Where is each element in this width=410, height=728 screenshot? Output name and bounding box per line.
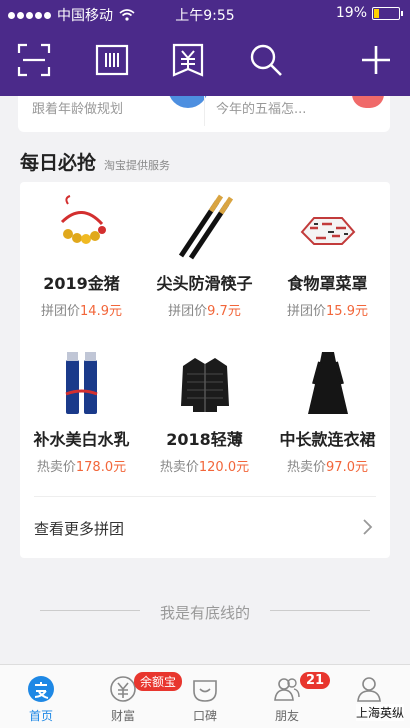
product-price: 热卖价97.0元 — [287, 460, 368, 475]
tab-home[interactable]: 首页 — [0, 665, 82, 728]
product-name: 补水美白水乳 — [33, 430, 130, 449]
section-title: 每日必抢 — [20, 152, 97, 174]
end-of-list-text: 我是有底线的 — [159, 604, 250, 622]
product-price: 拼团价15.9元 — [287, 304, 368, 319]
scan-icon[interactable] — [16, 42, 52, 78]
divider — [34, 496, 376, 497]
friends-badge: 21 — [300, 672, 331, 689]
chopsticks-icon — [177, 194, 233, 260]
product-name: 食物罩菜罩 — [287, 274, 368, 293]
tab-label: 首页 — [28, 709, 53, 723]
section-subtitle: 淘宝提供服务 — [104, 159, 171, 172]
add-icon[interactable] — [358, 42, 394, 78]
bracelet-icon — [54, 194, 110, 260]
divider — [270, 610, 370, 611]
product-item[interactable]: 2018轻薄 热卖价120.0元 — [143, 338, 266, 496]
tab-label: 朋友 — [274, 709, 299, 723]
down-jacket-icon — [177, 350, 233, 416]
tab-label: 财富 — [110, 709, 135, 723]
product-price: 拼团价14.9元 — [41, 304, 122, 319]
product-name: 中长款连衣裙 — [279, 430, 376, 449]
divider — [204, 96, 205, 126]
tab-label: 口碑 — [192, 709, 217, 723]
product-item[interactable]: 尖头防滑筷子 拼团价9.7元 — [143, 182, 266, 340]
food-cover-icon — [300, 194, 356, 260]
product-price: 热卖价120.0元 — [159, 460, 250, 475]
avatar-icon — [168, 96, 208, 108]
profile-icon — [355, 675, 383, 703]
wealth-icon — [109, 675, 137, 703]
search-icon[interactable] — [248, 42, 284, 78]
wealth-badge: 余额宝 — [134, 672, 183, 691]
home-alipay-icon — [27, 675, 55, 703]
plan-by-age-text[interactable]: 跟着年龄做规划 — [32, 98, 123, 117]
lotion-bottles-icon — [54, 350, 110, 416]
product-price: 拼团价9.7元 — [168, 304, 241, 319]
watermark-text: 上海英纵 — [355, 704, 404, 721]
battery-indicator: 19% — [335, 5, 403, 21]
dress-icon — [300, 350, 356, 416]
product-name: 2019金猪 — [43, 274, 120, 293]
service-strip: 跟着年龄做规划 今年的五福怎... — [18, 96, 390, 132]
battery-icon — [372, 6, 403, 20]
battery-percent: 19% — [335, 5, 367, 21]
product-item[interactable]: 补水美白水乳 热卖价178.0元 — [20, 338, 143, 496]
product-name: 2018轻薄 — [166, 430, 243, 449]
top-action-bar — [0, 28, 410, 96]
view-more-link[interactable]: 查看更多拼团 — [34, 518, 124, 539]
red-envelope-icon — [352, 96, 384, 108]
five-blessings-text[interactable]: 今年的五福怎... — [216, 98, 306, 117]
bottom-tab-bar: 首页 财富 口碑 朋友 我的 — [0, 664, 410, 728]
barcode-icon[interactable] — [94, 42, 130, 78]
daily-deals-header: 每日必抢 淘宝提供服务 — [20, 148, 170, 175]
payment-icon[interactable] — [170, 42, 206, 78]
product-item[interactable]: 食物罩菜罩 拼团价15.9元 — [266, 182, 389, 340]
product-name: 尖头防滑筷子 — [156, 274, 253, 293]
friends-icon — [273, 675, 301, 703]
daily-deals-card: 2019金猪 拼团价14.9元 尖头防滑筷子 拼团价9.7元 食物罩菜罩 拼团价… — [20, 182, 390, 558]
product-item[interactable]: 中长款连衣裙 热卖价97.0元 — [266, 338, 389, 496]
status-bar: 中国移动 上午9:55 19% — [0, 0, 410, 28]
product-price: 热卖价178.0元 — [36, 460, 127, 475]
product-item[interactable]: 2019金猪 拼团价14.9元 — [20, 182, 143, 340]
chevron-right-icon[interactable] — [360, 518, 376, 536]
koubei-icon — [191, 675, 219, 703]
